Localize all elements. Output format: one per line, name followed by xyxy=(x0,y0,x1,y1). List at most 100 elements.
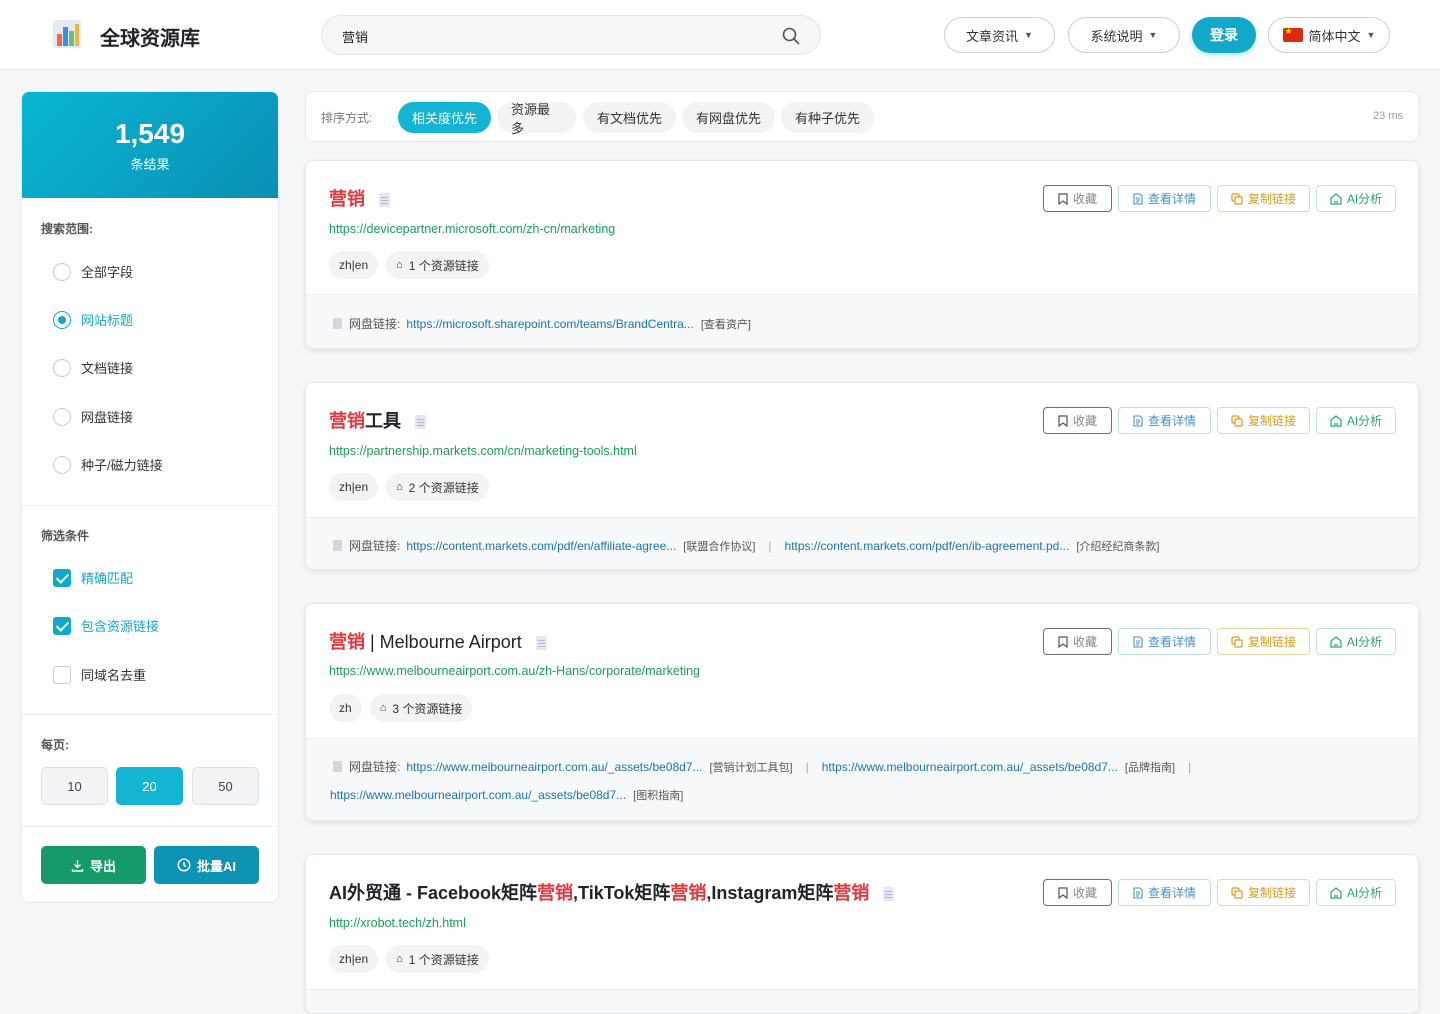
favorite-label: 收藏 xyxy=(1072,192,1097,206)
checkbox[interactable] xyxy=(53,568,71,587)
view-detail-button[interactable]: 查看详情 xyxy=(1118,185,1211,212)
result-title[interactable]: 营销 xyxy=(329,185,390,211)
scope-label: 种子/磁力链接 xyxy=(81,458,163,473)
favorite-button[interactable]: 收藏 xyxy=(1043,879,1112,906)
nav-articles-dropdown[interactable]: 文章资讯 ▼ xyxy=(944,17,1055,53)
scope-option-title[interactable]: 网站标题 xyxy=(53,310,133,329)
resource-note: [营销计划工具包] xyxy=(709,761,793,774)
resource-link[interactable]: https://www.melbourneairport.com.au/_ass… xyxy=(330,788,626,802)
sort-netdisk-first[interactable]: 有网盘优先 xyxy=(682,102,775,133)
filter-has-links[interactable]: 包含资源链接 xyxy=(53,616,159,635)
resource-link[interactable]: https://content.markets.com/pdf/en/affil… xyxy=(406,539,676,553)
scope-option-torrent[interactable]: 种子/磁力链接 xyxy=(53,455,163,474)
view-detail-button[interactable]: 查看详情 xyxy=(1118,879,1211,906)
clock-icon xyxy=(177,858,191,872)
search-input[interactable] xyxy=(342,26,762,46)
filter-label: 精确匹配 xyxy=(81,571,134,586)
link-label: 网盘链接: xyxy=(349,760,401,774)
link-label: 网盘链接: xyxy=(349,539,401,553)
scope-option-all[interactable]: 全部字段 xyxy=(53,262,133,281)
bookmark-icon xyxy=(1058,886,1068,899)
sort-torrent-first[interactable]: 有种子优先 xyxy=(781,102,874,133)
copy-link-button[interactable]: 复制链接 xyxy=(1217,185,1310,212)
ai-analysis-button[interactable]: AI分析 xyxy=(1316,879,1396,906)
filter-dedupe-domain[interactable]: 同域名去重 xyxy=(53,665,146,684)
copy-link-button[interactable]: 复制链接 xyxy=(1217,407,1310,434)
resource-link[interactable]: https://www.melbourneairport.com.au/_ass… xyxy=(406,760,702,774)
ai-analysis-button[interactable]: AI分析 xyxy=(1316,407,1396,434)
language-dropdown[interactable]: 简体中文 ▼ xyxy=(1268,17,1390,53)
nav-system-dropdown[interactable]: 系统说明 ▼ xyxy=(1068,17,1180,53)
sort-most-resources[interactable]: 资源最多 xyxy=(497,102,576,136)
search-icon[interactable] xyxy=(782,27,800,45)
batch-ai-button[interactable]: 批量AI xyxy=(154,846,259,884)
resource-note: [查看资产] xyxy=(700,318,751,331)
copy-label: 复制链接 xyxy=(1247,414,1296,428)
login-button[interactable]: 登录 xyxy=(1192,17,1256,53)
resource-count-label: 2 个资源链接 xyxy=(408,480,479,495)
paperclip-icon: ⌂ xyxy=(396,953,403,965)
resource-count-tag: ⌂ 3 个资源链接 xyxy=(369,694,473,722)
per-page-title: 每页: xyxy=(41,738,69,752)
radio-button[interactable] xyxy=(53,455,71,474)
ai-analysis-button[interactable]: AI分析 xyxy=(1316,628,1396,655)
filter-sidebar: 1,549 条结果 搜索范围: 全部字段 网站标题 文档链接 网盘链接 种子/磁… xyxy=(21,91,279,903)
bar-chart-logo-icon[interactable] xyxy=(52,17,84,51)
sort-label: 排序方式: xyxy=(321,111,373,125)
radio-button[interactable] xyxy=(53,310,71,329)
copy-link-button[interactable]: 复制链接 xyxy=(1217,879,1310,906)
view-detail-button[interactable]: 查看详情 xyxy=(1118,628,1211,655)
scope-option-netdisk[interactable]: 网盘链接 xyxy=(53,407,133,426)
favorite-button[interactable]: 收藏 xyxy=(1043,407,1112,434)
detail-label: 查看详情 xyxy=(1147,414,1196,428)
view-detail-button[interactable]: 查看详情 xyxy=(1118,407,1211,434)
result-card: 营销 | Melbourne Airport 收藏 查看详情 复制链接 AI分析… xyxy=(305,603,1419,821)
bookmark-icon xyxy=(1058,635,1068,648)
checkbox[interactable] xyxy=(53,616,71,635)
result-url[interactable]: http://xrobot.tech/zh.html xyxy=(329,916,466,930)
chevron-down-icon: ▼ xyxy=(1366,30,1376,40)
radio-button[interactable] xyxy=(53,262,71,281)
brand-name[interactable]: 全球资源库 xyxy=(100,22,200,51)
radio-button[interactable] xyxy=(53,358,71,377)
filter-exact-match[interactable]: 精确匹配 xyxy=(53,568,133,587)
ai-analysis-button[interactable]: AI分析 xyxy=(1316,185,1396,212)
result-title[interactable]: 营销工具 xyxy=(329,407,426,433)
title-highlight: 营销 xyxy=(329,189,365,209)
favorite-label: 收藏 xyxy=(1072,886,1097,900)
sort-doc-first[interactable]: 有文档优先 xyxy=(583,102,676,133)
resource-note: [介绍经纪商条款] xyxy=(1076,540,1160,553)
document-icon xyxy=(1133,635,1143,648)
resource-links: 网盘链接: https://content.markets.com/pdf/en… xyxy=(306,517,1418,569)
ai-label: AI分析 xyxy=(1346,192,1383,206)
per-page-20[interactable]: 20 xyxy=(116,767,183,805)
result-title[interactable]: AI外贸通 - Facebook矩阵营销,TikTok矩阵营销,Instagra… xyxy=(329,879,895,905)
link-label: 网盘链接: xyxy=(349,317,401,331)
favorite-button[interactable]: 收藏 xyxy=(1043,628,1112,655)
checkbox[interactable] xyxy=(53,665,71,684)
title-highlight: 营销 xyxy=(833,883,870,903)
favorite-button[interactable]: 收藏 xyxy=(1043,185,1112,212)
separator: | xyxy=(805,759,809,774)
result-tags: zh|en ⌂ 1 个资源链接 xyxy=(329,945,489,973)
favorite-label: 收藏 xyxy=(1072,414,1097,428)
result-url[interactable]: https://www.melbourneairport.com.au/zh-H… xyxy=(329,664,700,678)
copy-link-button[interactable]: 复制链接 xyxy=(1217,628,1310,655)
result-title[interactable]: 营销 | Melbourne Airport xyxy=(329,628,547,654)
result-url[interactable]: https://devicepartner.microsoft.com/zh-c… xyxy=(329,222,615,236)
radio-button[interactable] xyxy=(53,407,71,426)
resource-link[interactable]: https://www.melbourneairport.com.au/_ass… xyxy=(822,760,1118,774)
resource-link[interactable]: https://microsoft.sharepoint.com/teams/B… xyxy=(406,317,693,331)
export-button[interactable]: 导出 xyxy=(41,846,146,884)
per-page-50[interactable]: 50 xyxy=(192,767,259,805)
language-tag: zh|en xyxy=(329,945,379,973)
scope-option-doc[interactable]: 文档链接 xyxy=(53,358,133,377)
scope-label: 网盘链接 xyxy=(81,410,134,425)
per-page-10[interactable]: 10 xyxy=(41,767,108,805)
ai-label: AI分析 xyxy=(1346,414,1383,428)
resource-link[interactable]: https://content.markets.com/pdf/en/ib-ag… xyxy=(785,539,1070,553)
copy-icon xyxy=(1231,635,1243,648)
sort-relevance[interactable]: 相关度优先 xyxy=(398,102,491,133)
document-icon xyxy=(1133,192,1143,205)
result-url[interactable]: https://partnership.markets.com/cn/marke… xyxy=(329,444,637,458)
